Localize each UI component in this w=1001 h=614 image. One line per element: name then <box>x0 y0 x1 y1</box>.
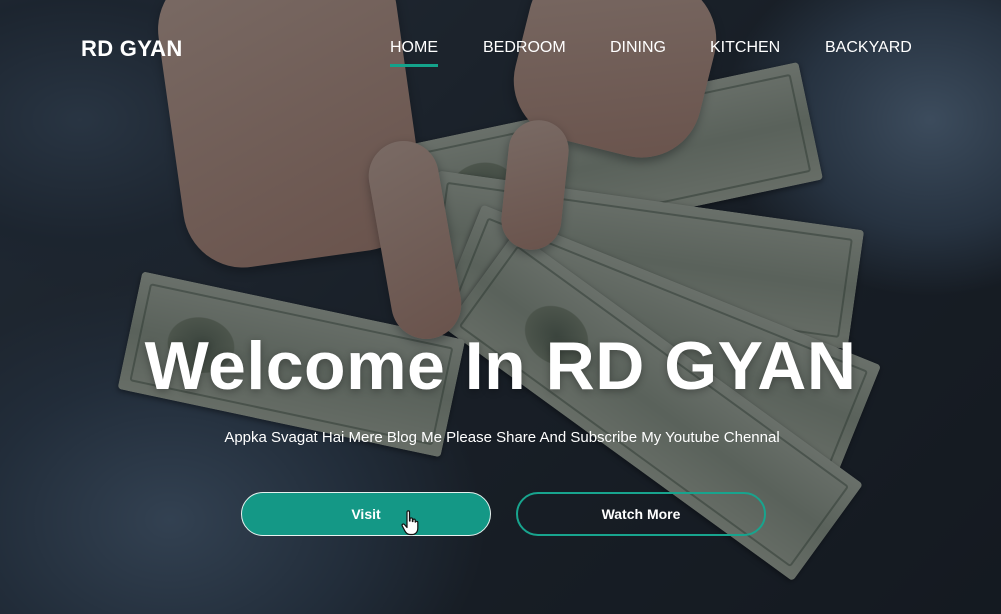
nav-item-backyard[interactable]: BACKYARD <box>825 38 912 58</box>
hand-pointer-icon <box>401 510 419 536</box>
site-logo[interactable]: RD GYAN <box>81 36 183 62</box>
nav-item-kitchen[interactable]: KITCHEN <box>710 38 780 58</box>
nav-item-home[interactable]: HOME <box>390 38 438 58</box>
nav-item-bedroom[interactable]: BEDROOM <box>483 38 566 58</box>
visit-button-label: Visit <box>351 506 381 522</box>
watch-more-button-label: Watch More <box>601 506 681 522</box>
hero-subtitle: Appka Svagat Hai Mere Blog Me Please Sha… <box>224 429 780 446</box>
watch-more-button[interactable]: Watch More <box>516 492 766 536</box>
hero-title: Welcome In RD GYAN <box>144 328 857 404</box>
visit-button[interactable]: Visit <box>241 492 491 536</box>
nav-item-dining[interactable]: DINING <box>610 38 666 58</box>
navbar: RD GYAN HOME BEDROOM DINING KITCHEN BACK… <box>0 0 1001 96</box>
active-nav-indicator <box>390 64 438 67</box>
